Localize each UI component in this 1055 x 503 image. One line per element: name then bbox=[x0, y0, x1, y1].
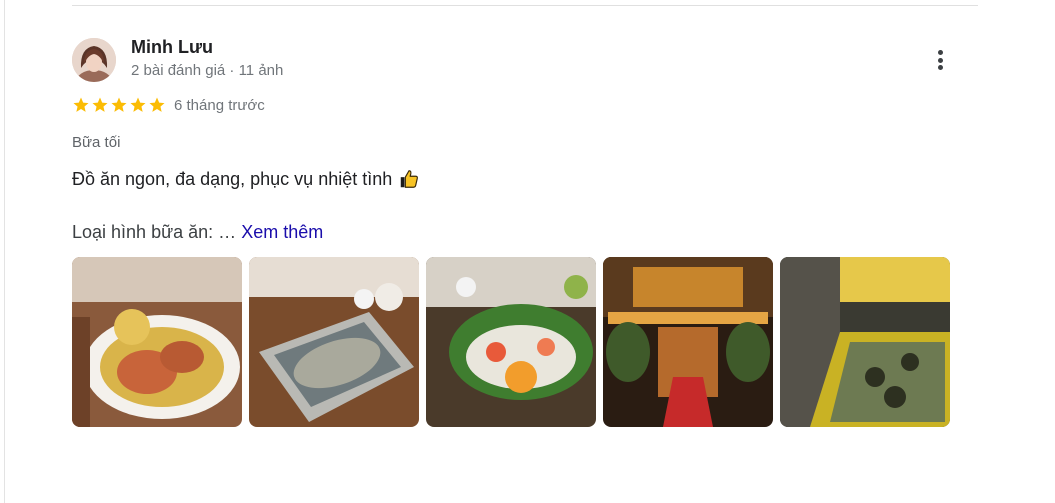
see-more-link[interactable]: Xem thêm bbox=[241, 222, 323, 242]
rating-stars bbox=[72, 96, 166, 114]
review-text: Đồ ăn ngon, đa dạng, phục vụ nhiệt tình bbox=[72, 168, 420, 190]
review-photos bbox=[72, 257, 950, 427]
star-icon bbox=[92, 97, 108, 112]
photo-seafood-platter[interactable] bbox=[426, 257, 596, 427]
photo-seafood-tank[interactable] bbox=[780, 257, 950, 427]
meal-detail: Loại hình bữa ăn: … Xem thêm bbox=[72, 222, 323, 243]
star-icon bbox=[73, 97, 89, 112]
top-divider bbox=[72, 5, 978, 6]
meal-detail-prefix: Loại hình bữa ăn: … bbox=[72, 222, 237, 242]
star-icon bbox=[111, 97, 127, 112]
star-icon bbox=[130, 97, 146, 112]
review-time: 6 tháng trước bbox=[174, 97, 265, 114]
left-window-edge bbox=[0, 0, 5, 503]
photo-fried-crab[interactable] bbox=[72, 257, 242, 427]
more-options-button[interactable] bbox=[930, 46, 950, 74]
photo-restaurant-entrance[interactable] bbox=[603, 257, 773, 427]
thumbs-up-icon bbox=[401, 170, 419, 188]
avatar[interactable] bbox=[72, 38, 116, 82]
review-text-content: Đồ ăn ngon, đa dạng, phục vụ nhiệt tình bbox=[72, 168, 393, 189]
reviewer-name[interactable]: Minh Lưu bbox=[131, 37, 213, 58]
reviewer-stats: 2 bài đánh giá · 11 ảnh bbox=[131, 62, 284, 79]
star-icon bbox=[149, 97, 165, 112]
photo-steamed-fish[interactable] bbox=[249, 257, 419, 427]
meal-type: Bữa tối bbox=[72, 134, 121, 151]
more-vert-icon bbox=[937, 50, 943, 55]
